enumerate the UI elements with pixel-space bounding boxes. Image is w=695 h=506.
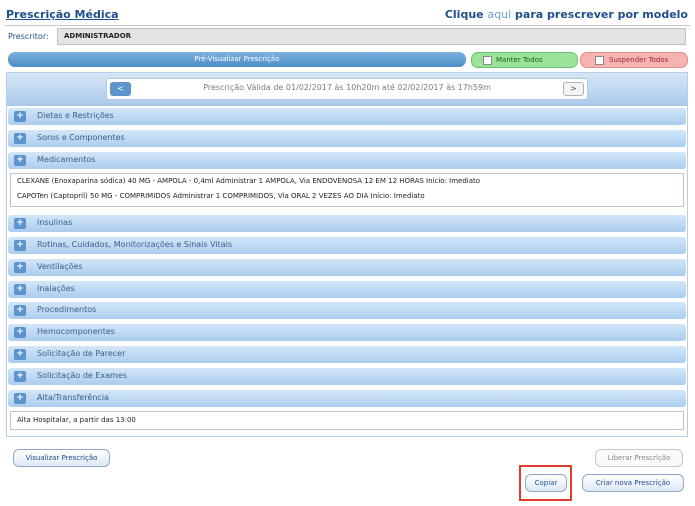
list-item[interactable]: CAPOTen (Captopril) 50 MG - COMPRIMIDOS … [11, 189, 683, 204]
section-label: Solicitação de Exames [37, 371, 127, 380]
section-label: Hemocomponentes [37, 327, 115, 336]
manter-todos-label: Manter Todos [496, 56, 543, 64]
model-link-prefix: Clique [444, 8, 488, 21]
suspender-todos-toggle[interactable]: Suspender Todos [580, 52, 688, 68]
page-title[interactable]: Prescrição Médica [6, 8, 119, 21]
expand-icon[interactable]: + [14, 349, 26, 360]
prescription-panel: < Prescrição Válida de 01/02/2017 às 10h… [6, 72, 688, 437]
preview-prescription-button[interactable]: Pré-Visualizar Prescrição [8, 52, 466, 67]
model-prescription-link: Clique aqui para prescrever por modelo [445, 8, 688, 21]
section-hemocomponentes[interactable]: + Hemocomponentes [8, 324, 686, 341]
section-dietas[interactable]: + Dietas e Restrições [8, 108, 686, 125]
section-ventilacoes[interactable]: + Ventilações [8, 259, 686, 276]
section-soros[interactable]: + Soros e Componentes [8, 130, 686, 147]
section-label: Insulinas [37, 218, 73, 227]
expand-icon[interactable]: + [14, 262, 26, 273]
list-item[interactable]: CLEXANE (Enoxaparina sódica) 40 MG - AMP… [11, 174, 683, 189]
page-header: Prescrição Médica Clique aqui para presc… [6, 6, 688, 26]
visualizar-prescricao-button[interactable]: Visualizar Prescrição [13, 449, 110, 467]
criar-nova-prescricao-button[interactable]: Criar nova Prescrição [582, 474, 684, 492]
section-medicamentos[interactable]: + Medicamentos [8, 152, 686, 169]
expand-icon[interactable]: + [14, 284, 26, 295]
section-label: Procedimentos [37, 305, 97, 314]
validity-navigator: < Prescrição Válida de 01/02/2017 às 10h… [106, 78, 588, 100]
expand-icon[interactable]: + [14, 111, 26, 122]
section-exames[interactable]: + Solicitação de Exames [8, 368, 686, 385]
manter-todos-toggle[interactable]: Manter Todos [471, 52, 578, 68]
validity-bar: < Prescrição Válida de 01/02/2017 às 10h… [7, 73, 687, 106]
expand-icon[interactable]: + [14, 133, 26, 144]
validity-text: Prescrição Válida de 01/02/2017 às 10h20… [203, 83, 491, 92]
expand-icon[interactable]: + [14, 240, 26, 251]
previous-prescription-button[interactable]: < [110, 82, 131, 96]
expand-icon[interactable]: + [14, 218, 26, 229]
copiar-button[interactable]: Copiar [525, 474, 567, 492]
expand-icon[interactable]: + [14, 371, 26, 382]
model-link-aqui[interactable]: aqui [487, 8, 511, 21]
prescritor-field: ADMINISTRADOR [57, 28, 686, 45]
liberar-prescricao-button[interactable]: Liberar Prescrição [595, 449, 683, 467]
section-label: Rotinas, Cuidados, Monitorizações e Sina… [37, 240, 233, 249]
section-label: Medicamentos [37, 155, 96, 164]
medicamentos-list: CLEXANE (Enoxaparina sódica) 40 MG - AMP… [10, 173, 684, 207]
section-rotinas[interactable]: + Rotinas, Cuidados, Monitorizações e Si… [8, 237, 686, 254]
section-alta[interactable]: + Alta/Transferência [8, 390, 686, 407]
suspender-todos-label: Suspender Todos [609, 56, 669, 64]
section-label: Inalações [37, 284, 75, 293]
section-insulinas[interactable]: + Insulinas [8, 215, 686, 232]
expand-icon[interactable]: + [14, 155, 26, 166]
alta-list: Alta Hospitalar, a partir das 13:00 [10, 411, 684, 430]
next-prescription-button[interactable]: > [563, 82, 584, 96]
section-parecer[interactable]: + Solicitação de Parecer [8, 346, 686, 363]
expand-icon[interactable]: + [14, 305, 26, 316]
section-procedimentos[interactable]: + Procedimentos [8, 302, 686, 319]
manter-todos-checkbox[interactable] [483, 56, 492, 65]
prescritor-label: Prescritor: [8, 32, 49, 41]
suspender-todos-checkbox[interactable] [595, 56, 604, 65]
section-inalacoes[interactable]: + Inalações [8, 281, 686, 298]
model-link-suffix: para prescrever por modelo [511, 8, 688, 21]
section-label: Solicitação de Parecer [37, 349, 126, 358]
section-label: Alta/Transferência [37, 393, 109, 402]
expand-icon[interactable]: + [14, 327, 26, 338]
list-item[interactable]: Alta Hospitalar, a partir das 13:00 [11, 412, 683, 429]
section-label: Dietas e Restrições [37, 111, 114, 120]
section-label: Ventilações [37, 262, 83, 271]
header-divider [4, 25, 690, 26]
section-label: Soros e Componentes [37, 133, 125, 142]
expand-icon[interactable]: + [14, 393, 26, 404]
